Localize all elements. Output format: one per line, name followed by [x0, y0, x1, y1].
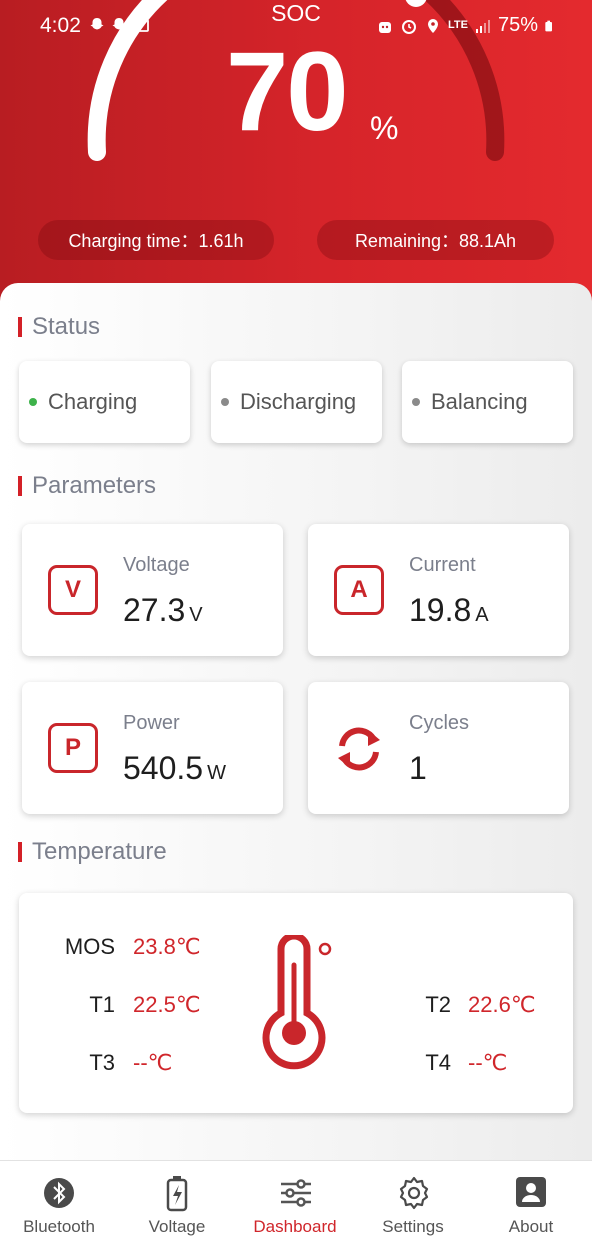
- current-value: 19.8: [409, 592, 472, 628]
- power-value: 540.5: [123, 750, 204, 786]
- cycles-card: Cycles 1: [308, 682, 569, 814]
- voltage-value: 27.3: [123, 592, 186, 628]
- power-card: P Power 540.5 W: [22, 682, 283, 814]
- nav-label: Settings: [382, 1217, 444, 1236]
- voltage-unit: V: [189, 604, 203, 626]
- location-icon: [428, 18, 438, 33]
- charging-time-pill: Charging time：1.61h: [38, 220, 274, 260]
- soc-unit: %: [370, 110, 399, 146]
- voltage-label: Voltage: [123, 554, 190, 576]
- power-icon: P: [48, 723, 98, 773]
- power-label: Power: [123, 712, 180, 734]
- network-type: LTE: [448, 19, 468, 31]
- image-icon: [133, 19, 149, 32]
- status-indicator-dot: [29, 398, 37, 406]
- nav-dashboard[interactable]: Dashboard: [236, 1161, 354, 1238]
- parameters-section-title: Parameters: [18, 472, 156, 500]
- bottom-navigation: Bluetooth Voltage Dashboard Settings Abo…: [0, 1160, 592, 1238]
- snapchat-icon: [112, 18, 126, 30]
- voltage-card: V Voltage 27.3 V: [22, 524, 283, 656]
- snapchat-icon: [90, 18, 104, 30]
- battery-icon: [545, 20, 552, 31]
- nav-label: Dashboard: [253, 1217, 337, 1236]
- temperature-section-title: Temperature: [18, 838, 167, 866]
- status-indicator-dot: [221, 398, 229, 406]
- person-icon: [516, 1177, 546, 1207]
- battery-icon: [166, 1176, 188, 1212]
- battery-percent: 75%: [497, 14, 538, 36]
- current-value-row: 19.8 A: [409, 592, 489, 629]
- current-unit: A: [475, 604, 489, 626]
- t4-temp-label: T4: [425, 1050, 451, 1075]
- section-title-text: Temperature: [32, 838, 167, 865]
- nav-settings[interactable]: Settings: [354, 1161, 472, 1238]
- status-label: Balancing: [431, 389, 528, 414]
- cycles-value: 1: [409, 750, 427, 786]
- cycles-label: Cycles: [409, 712, 470, 734]
- status-label: Discharging: [240, 389, 357, 414]
- nav-label: Voltage: [148, 1217, 206, 1236]
- android-icon: [379, 21, 391, 33]
- refresh-icon: [338, 727, 380, 771]
- nav-bluetooth[interactable]: Bluetooth: [0, 1161, 118, 1238]
- section-marker: [18, 317, 22, 337]
- current-icon: A: [334, 565, 384, 615]
- soc-hero: SOC 70 % Charging time：1.61h Remaining：8…: [0, 0, 592, 330]
- nav-label: Bluetooth: [23, 1217, 95, 1236]
- signal-icon: [475, 19, 490, 33]
- t2-temp-value: 22.6℃: [468, 992, 536, 1017]
- section-marker: [18, 842, 22, 862]
- t4-temp-value: --℃: [468, 1050, 508, 1075]
- sliders-icon: [281, 1179, 311, 1207]
- status-balancing: Balancing: [402, 361, 573, 443]
- t3-temp-value: --℃: [133, 1050, 173, 1075]
- section-title-text: Status: [32, 313, 101, 340]
- clock: 4:02: [40, 14, 81, 37]
- system-icons: LTE 75%: [376, 14, 556, 37]
- nav-label: About: [508, 1217, 554, 1236]
- nav-voltage[interactable]: Voltage: [118, 1161, 236, 1238]
- power-value-row: 540.5 W: [123, 750, 226, 787]
- status-indicator-dot: [412, 398, 420, 406]
- voltage-icon: V: [48, 565, 98, 615]
- bluetooth-icon: [44, 1178, 74, 1208]
- system-status-bar: 4:02 LTE 75%: [0, 10, 592, 42]
- current-card: A Current 19.8 A: [308, 524, 569, 656]
- status-label: Charging: [48, 389, 138, 414]
- thermometer-icon: [262, 935, 332, 1070]
- soc-value: 70: [226, 29, 349, 154]
- status-discharging: Discharging: [211, 361, 382, 443]
- notification-icons: [88, 16, 150, 34]
- alarm-icon: [402, 19, 416, 34]
- remaining-capacity-pill: Remaining：88.1Ah: [317, 220, 554, 260]
- temperature-card: MOS 23.8℃ T1 22.5℃ T3 --℃ T2 22.6℃ T4 --…: [19, 893, 573, 1113]
- current-label: Current: [409, 554, 476, 576]
- section-title-text: Parameters: [32, 472, 157, 499]
- nav-about[interactable]: About: [472, 1161, 590, 1238]
- gear-icon: [399, 1176, 429, 1210]
- t1-temp-value: 22.5℃: [133, 992, 201, 1017]
- t3-temp-label: T3: [89, 1050, 115, 1075]
- status-charging: Charging: [19, 361, 190, 443]
- voltage-value-row: 27.3 V: [123, 592, 203, 629]
- mos-temp-label: MOS: [64, 934, 115, 959]
- t2-temp-label: T2: [425, 992, 451, 1017]
- section-marker: [18, 476, 22, 496]
- status-section-title: Status: [18, 313, 100, 341]
- power-unit: W: [207, 762, 226, 784]
- mos-temp-value: 23.8℃: [133, 934, 201, 959]
- t1-temp-label: T1: [89, 992, 115, 1017]
